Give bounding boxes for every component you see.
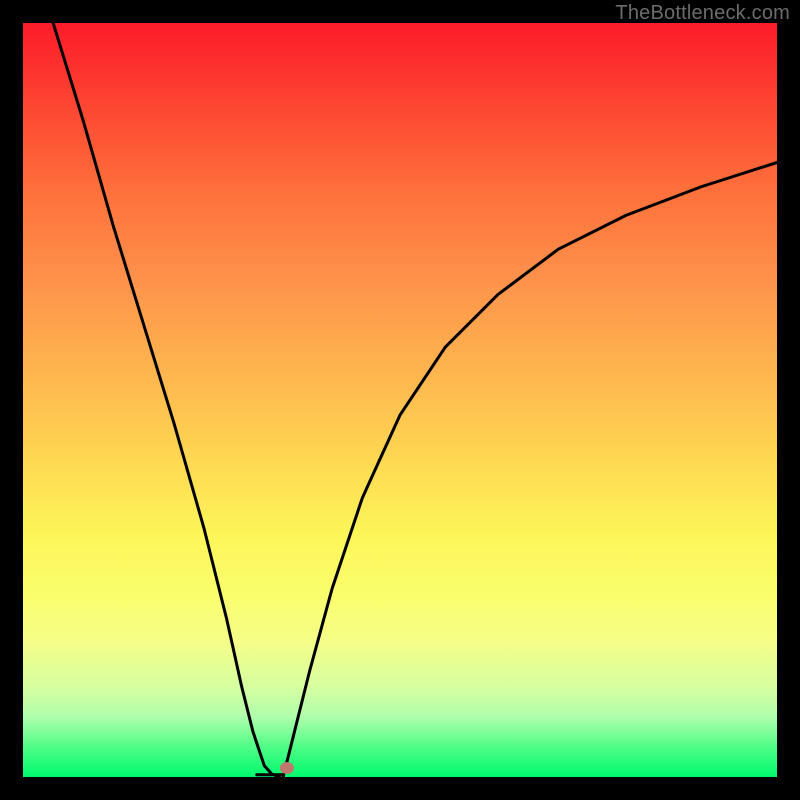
watermark-text: TheBottleneck.com [615,2,790,25]
plot-area [23,23,777,777]
